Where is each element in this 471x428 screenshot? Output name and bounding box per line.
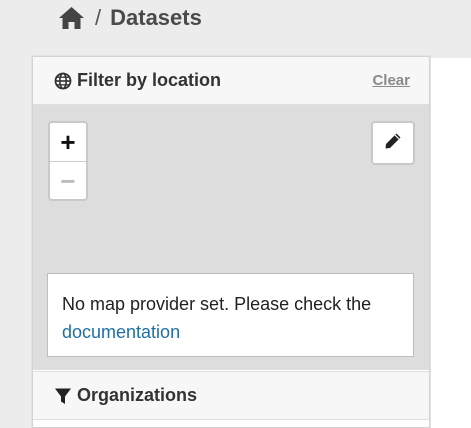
location-filter-heading: Filter by location Clear: [33, 57, 429, 105]
filter-icon: [54, 387, 72, 405]
main-content: [429, 58, 471, 428]
sidebar-panel: Filter by location Clear + − No map prov…: [32, 56, 430, 428]
organizations-title: Organizations: [77, 385, 198, 405]
documentation-link[interactable]: documentation: [62, 322, 180, 342]
location-map[interactable]: + − No map provider set. Please check th…: [33, 105, 429, 370]
pencil-icon: [384, 132, 402, 155]
breadcrumb-current[interactable]: Datasets: [110, 5, 202, 31]
draw-area-button[interactable]: [371, 121, 415, 165]
breadcrumb: / Datasets: [58, 4, 202, 32]
notice-text: No map provider set. Please check the: [62, 294, 372, 314]
globe-icon: [54, 72, 72, 90]
home-icon[interactable]: [58, 6, 85, 30]
zoom-out-button[interactable]: −: [50, 162, 86, 200]
map-provider-notice: No map provider set. Please check the do…: [47, 273, 414, 357]
clear-location-link[interactable]: Clear: [372, 72, 410, 89]
breadcrumb-separator: /: [95, 5, 102, 30]
organizations-heading[interactable]: Organizations: [33, 371, 429, 420]
zoom-control: + −: [48, 121, 88, 201]
location-filter-title: Filter by location: [77, 70, 222, 90]
zoom-in-button[interactable]: +: [50, 123, 86, 162]
